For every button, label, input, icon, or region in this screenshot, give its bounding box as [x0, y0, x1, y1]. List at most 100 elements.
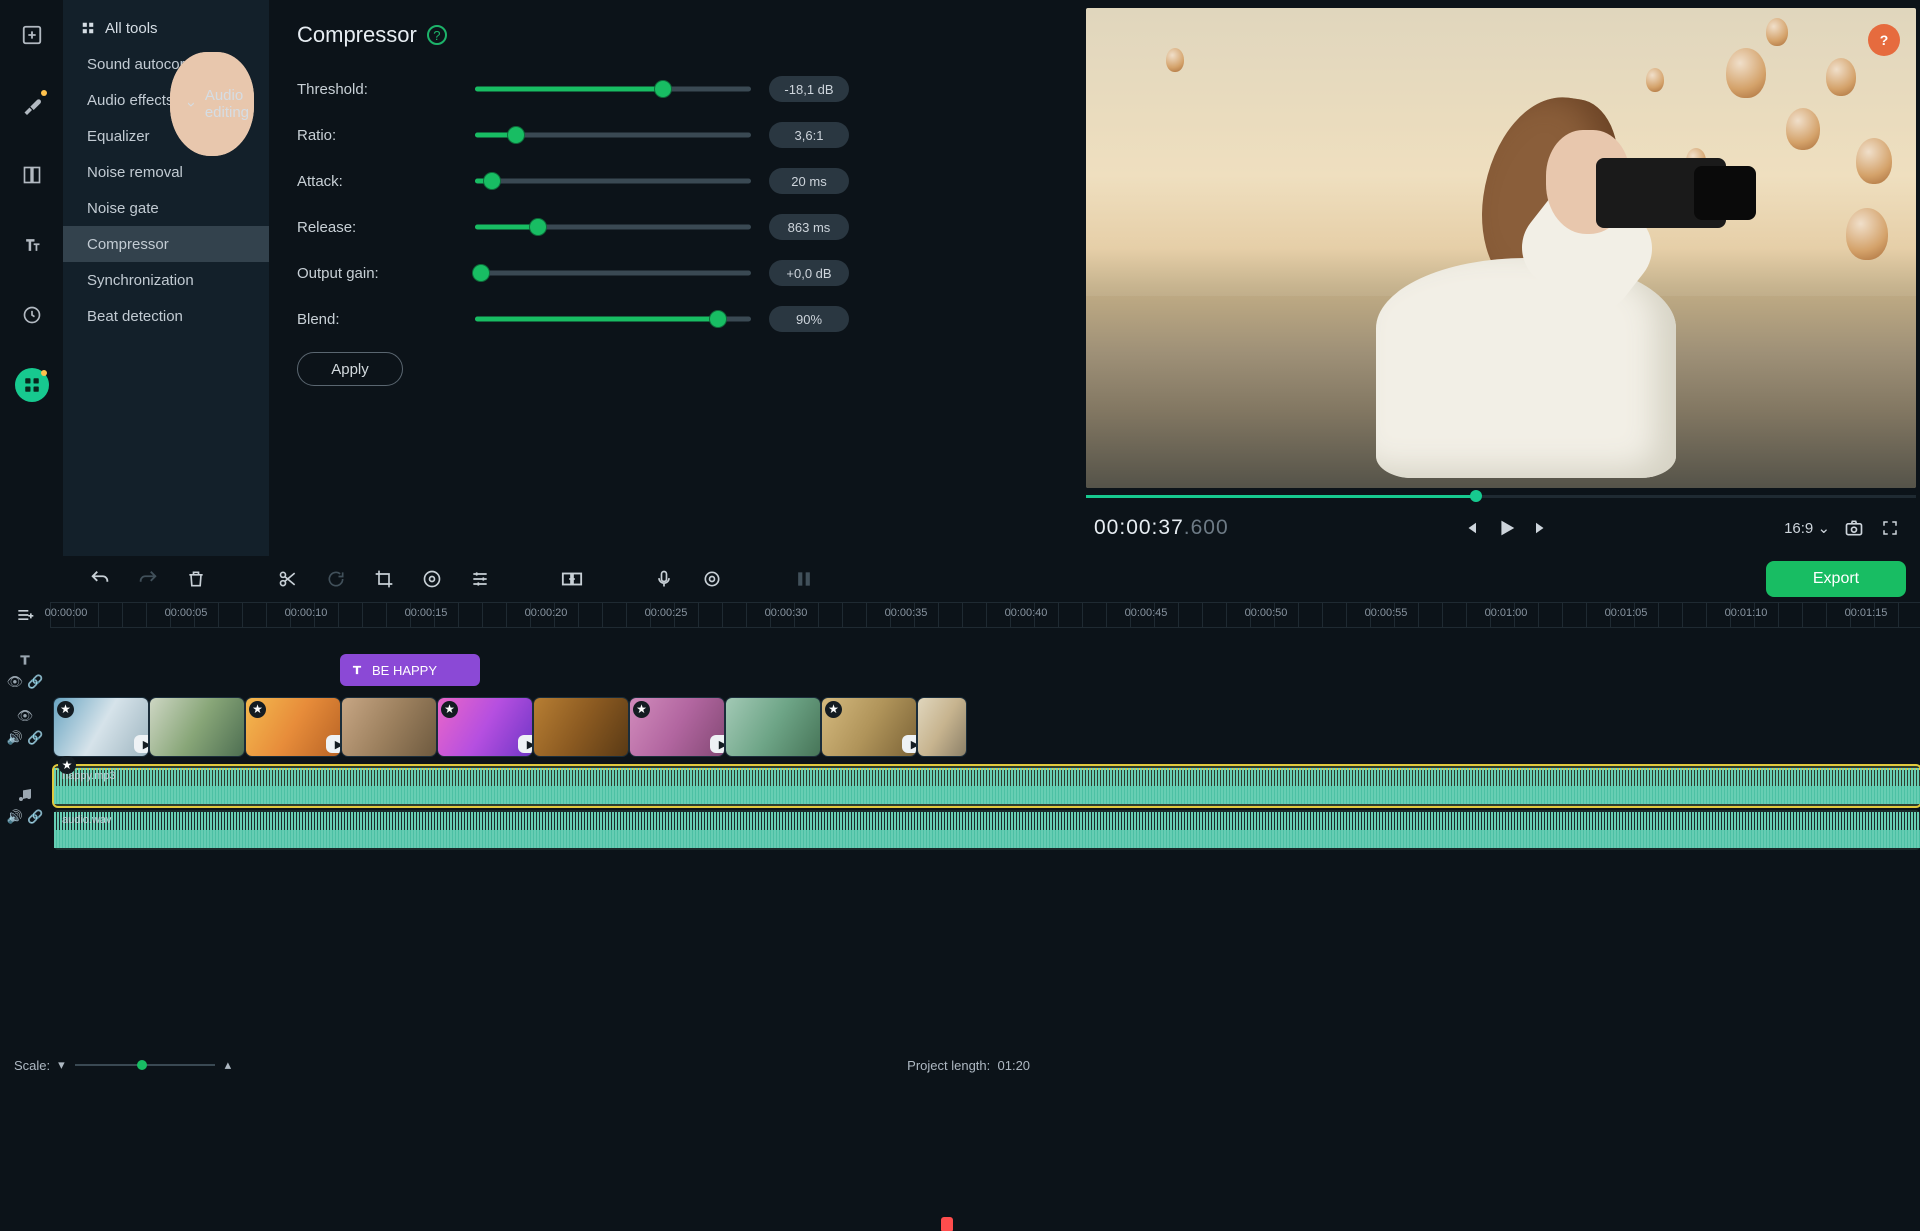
video-track-head[interactable]: 👁 🔊🔗	[0, 692, 50, 762]
audio-clip-1[interactable]: ★ happy.mp3	[54, 766, 1920, 806]
audio-clip-2[interactable]: audio.wav	[54, 810, 1920, 850]
record-audio-button[interactable]	[652, 567, 676, 591]
param-slider[interactable]	[475, 267, 751, 279]
project-length-label: Project length:	[907, 1058, 990, 1073]
sidebar-item-beat-detection[interactable]: Beat detection	[63, 298, 269, 334]
param-value[interactable]: 3,6:1	[769, 122, 849, 148]
color-button[interactable]	[420, 567, 444, 591]
delete-button[interactable]	[184, 567, 208, 591]
rotate-button[interactable]	[324, 567, 348, 591]
eye-icon[interactable]: 👁	[17, 708, 34, 724]
param-slider[interactable]	[475, 129, 751, 141]
param-slider[interactable]	[475, 175, 751, 187]
add-media-icon[interactable]	[15, 18, 49, 52]
scale-slider[interactable]	[75, 1062, 215, 1068]
grid-icon	[81, 21, 95, 35]
transition-icon[interactable]: ▶	[902, 735, 916, 753]
transition-icon[interactable]: ▶	[710, 735, 724, 753]
timeline-ruler[interactable]: 00:00:0000:00:0500:00:1000:00:1500:00:20…	[50, 602, 1920, 628]
play-button[interactable]	[1492, 514, 1520, 542]
aspect-ratio-select[interactable]: 16:9 ⌄	[1784, 519, 1830, 537]
add-track-button[interactable]	[0, 602, 50, 628]
link-icon[interactable]: 🔗	[27, 809, 43, 825]
video-clip[interactable]	[150, 698, 244, 756]
param-slider[interactable]	[475, 83, 751, 95]
title-track-head[interactable]: 👁🔗	[0, 650, 50, 692]
sidebar-item-noise-gate[interactable]: Noise gate	[63, 190, 269, 226]
effects-icon[interactable]	[15, 88, 49, 122]
video-clip[interactable]	[726, 698, 820, 756]
more-tools-icon[interactable]	[15, 298, 49, 332]
snapshot-button[interactable]	[1840, 514, 1868, 542]
export-button[interactable]: Export	[1766, 561, 1906, 597]
text-icon	[17, 652, 33, 668]
apps-icon[interactable]	[15, 368, 49, 402]
preview-progress[interactable]	[1086, 492, 1916, 500]
param-label: Attack:	[297, 173, 475, 190]
record-video-button[interactable]	[700, 567, 724, 591]
eye-icon[interactable]: 👁	[7, 674, 24, 690]
text-icon	[350, 663, 364, 677]
chevron-down-icon: ⌄	[1817, 520, 1830, 537]
next-frame-button[interactable]	[1528, 514, 1556, 542]
video-clip[interactable]: ★▶	[246, 698, 340, 756]
sidebar-item-synchronization[interactable]: Synchronization	[63, 262, 269, 298]
text-icon[interactable]	[15, 228, 49, 262]
sidebar-item-compressor[interactable]: Compressor	[63, 226, 269, 262]
param-slider[interactable]	[475, 221, 751, 233]
split-button[interactable]	[276, 567, 300, 591]
apply-button[interactable]: Apply	[297, 352, 403, 386]
audio-track-head[interactable]: 🔊🔗	[0, 762, 50, 850]
zoom-out-icon[interactable]: ▾	[58, 1057, 65, 1073]
transition-button[interactable]	[560, 567, 584, 591]
param-slider[interactable]	[475, 313, 751, 325]
layout-icon[interactable]	[15, 158, 49, 192]
sidebar-item-noise-removal[interactable]: Noise removal	[63, 154, 269, 190]
title-clip[interactable]: BE HAPPY	[340, 654, 480, 686]
sidebar-audio-editing[interactable]: › Audio editing	[170, 52, 254, 156]
tracks-canvas[interactable]: BE HAPPY ★▶ ★▶ ★▶ ★▶ ★▶ ★ ha	[50, 628, 1920, 1050]
status-bar: Scale: ▾ ▴ Project length: 01:20	[0, 1050, 1920, 1080]
help-icon[interactable]: ?	[427, 25, 447, 45]
video-clip[interactable]: ★▶	[822, 698, 916, 756]
timecode: 00:00:37.600	[1094, 516, 1229, 540]
star-icon: ★	[825, 701, 842, 718]
volume-icon[interactable]: 🔊	[7, 809, 23, 825]
project-length-value: 01:20	[998, 1058, 1031, 1073]
transition-icon[interactable]: ▶	[134, 735, 148, 753]
sidebar-label: Audio editing	[205, 87, 254, 121]
crop-button[interactable]	[372, 567, 396, 591]
adjust-button[interactable]	[468, 567, 492, 591]
video-clip[interactable]	[918, 698, 966, 756]
columns-button[interactable]	[792, 567, 816, 591]
video-clip[interactable]	[342, 698, 436, 756]
param-value[interactable]: -18,1 dB	[769, 76, 849, 102]
link-icon[interactable]: 🔗	[27, 674, 43, 690]
video-clip[interactable]: ★▶	[630, 698, 724, 756]
param-label: Blend:	[297, 311, 475, 328]
undo-button[interactable]	[88, 567, 112, 591]
param-value[interactable]: 20 ms	[769, 168, 849, 194]
star-icon: ★	[57, 701, 74, 718]
tools-sidebar: All tools › Video editing › Audio editin…	[63, 0, 269, 556]
link-icon[interactable]: 🔗	[27, 730, 43, 746]
sidebar-label: All tools	[105, 20, 158, 37]
video-clip[interactable]: ★▶	[54, 698, 148, 756]
video-clip[interactable]: ★▶	[438, 698, 532, 756]
preview-viewport[interactable]	[1086, 8, 1916, 488]
volume-icon[interactable]: 🔊	[7, 730, 23, 746]
fullscreen-button[interactable]	[1876, 514, 1904, 542]
video-track[interactable]: ★▶ ★▶ ★▶ ★▶ ★▶	[54, 698, 966, 756]
redo-button[interactable]	[136, 567, 160, 591]
prev-frame-button[interactable]	[1456, 514, 1484, 542]
panel-title: Compressor	[297, 22, 417, 48]
param-value[interactable]: 863 ms	[769, 214, 849, 240]
transition-icon[interactable]: ▶	[326, 735, 340, 753]
param-value[interactable]: +0,0 dB	[769, 260, 849, 286]
param-value[interactable]: 90%	[769, 306, 849, 332]
sidebar-all-tools[interactable]: All tools	[63, 10, 269, 46]
transition-icon[interactable]: ▶	[518, 735, 532, 753]
chevron-down-icon: ›	[183, 101, 200, 108]
help-fab[interactable]: ?	[1868, 24, 1900, 56]
video-clip[interactable]	[534, 698, 628, 756]
